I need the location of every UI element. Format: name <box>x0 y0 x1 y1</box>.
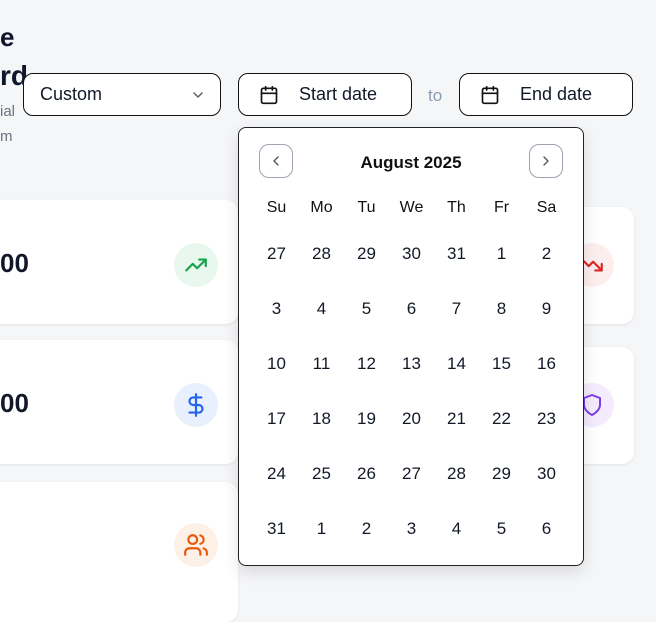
date-range-select[interactable]: Custom <box>23 73 221 116</box>
calendar-day[interactable]: 29 <box>479 446 524 501</box>
chevron-down-icon <box>190 87 206 103</box>
weekday-label: We <box>399 199 424 216</box>
page-subtitle-line2: m <box>0 128 13 145</box>
calendar-day[interactable]: 8 <box>479 281 524 336</box>
calendar-day[interactable]: 6 <box>524 501 569 556</box>
calendar-day[interactable]: 7 <box>434 281 479 336</box>
dollar-icon <box>174 383 218 427</box>
calendar-day[interactable]: 11 <box>299 336 344 391</box>
calendar-day[interactable]: 6 <box>389 281 434 336</box>
start-date-button[interactable]: Start date <box>238 73 412 116</box>
calendar-day[interactable]: 3 <box>254 281 299 336</box>
weekday-header: Su Mo Tu We Th Fr Sa <box>254 196 569 220</box>
calendar-day[interactable]: 19 <box>344 391 389 446</box>
calendar-day[interactable]: 15 <box>479 336 524 391</box>
calendar-day[interactable]: 5 <box>344 281 389 336</box>
calendar-day[interactable]: 13 <box>389 336 434 391</box>
stat-value: 00 <box>0 388 29 418</box>
calendar-icon <box>480 85 500 105</box>
calendar-day[interactable]: 17 <box>254 391 299 446</box>
calendar-day[interactable]: 4 <box>434 501 479 556</box>
calendar-day[interactable]: 3 <box>389 501 434 556</box>
calendar-day[interactable]: 24 <box>254 446 299 501</box>
calendar-day[interactable]: 18 <box>299 391 344 446</box>
start-date-label: Start date <box>299 84 378 104</box>
weekday-label: Fr <box>493 199 510 216</box>
end-date-button[interactable]: End date <box>459 73 633 116</box>
calendar-week: 17 18 19 20 21 22 23 <box>254 391 569 446</box>
calendar-day[interactable]: 27 <box>389 446 434 501</box>
weekday-label: Tu <box>357 199 376 216</box>
calendar-day[interactable]: 30 <box>524 446 569 501</box>
calendar-day[interactable]: 1 <box>479 226 524 281</box>
calendar-week: 24 25 26 27 28 29 30 <box>254 446 569 501</box>
to-separator: to <box>428 86 443 105</box>
calendar-grid: Su Mo Tu We Th Fr Sa 27 28 29 30 31 1 2 … <box>254 196 569 556</box>
calendar-day[interactable]: 25 <box>299 446 344 501</box>
end-date-label: End date <box>520 84 593 104</box>
weekday-label: Th <box>447 199 466 216</box>
calendar-day[interactable]: 2 <box>524 226 569 281</box>
chevron-right-icon <box>538 153 554 169</box>
page-subtitle-line1: ial <box>0 103 16 120</box>
date-range-select-value: Custom <box>40 84 103 104</box>
page-title-line1: e <box>0 22 15 52</box>
date-picker-popover: August 2025 Su Mo Tu We Th Fr Sa 27 28 2… <box>238 127 584 566</box>
calendar-day[interactable]: 31 <box>434 226 479 281</box>
calendar-day[interactable]: 29 <box>344 226 389 281</box>
users-icon <box>174 523 218 567</box>
calendar-week: 31 1 2 3 4 5 6 <box>254 501 569 556</box>
calendar-day[interactable]: 22 <box>479 391 524 446</box>
calendar-week: 3 4 5 6 7 8 9 <box>254 281 569 336</box>
calendar-day[interactable]: 16 <box>524 336 569 391</box>
calendar-day[interactable]: 5 <box>479 501 524 556</box>
calendar-day[interactable]: 4 <box>299 281 344 336</box>
calendar-week: 27 28 29 30 31 1 2 <box>254 226 569 281</box>
stat-value: 00 <box>0 248 29 278</box>
calendar-day[interactable]: 21 <box>434 391 479 446</box>
calendar-week: 10 11 12 13 14 15 16 <box>254 336 569 391</box>
calendar-day[interactable]: 20 <box>389 391 434 446</box>
next-month-button[interactable] <box>529 144 563 178</box>
calendar-day[interactable]: 28 <box>299 226 344 281</box>
calendar-day[interactable]: 10 <box>254 336 299 391</box>
calendar-day[interactable]: 31 <box>254 501 299 556</box>
calendar-day[interactable]: 26 <box>344 446 389 501</box>
weekday-label: Mo <box>310 199 333 216</box>
weekday-label: Sa <box>536 199 557 216</box>
weekday-label: Su <box>266 199 287 216</box>
calendar-day[interactable]: 9 <box>524 281 569 336</box>
calendar-day[interactable]: 28 <box>434 446 479 501</box>
calendar-day[interactable]: 2 <box>344 501 389 556</box>
calendar-icon <box>259 85 279 105</box>
calendar-day[interactable]: 12 <box>344 336 389 391</box>
calendar-day[interactable]: 14 <box>434 336 479 391</box>
calendar-day[interactable]: 1 <box>299 501 344 556</box>
calendar-day[interactable]: 30 <box>389 226 434 281</box>
trending-up-icon <box>174 243 218 287</box>
calendar-day[interactable]: 27 <box>254 226 299 281</box>
calendar-day[interactable]: 23 <box>524 391 569 446</box>
